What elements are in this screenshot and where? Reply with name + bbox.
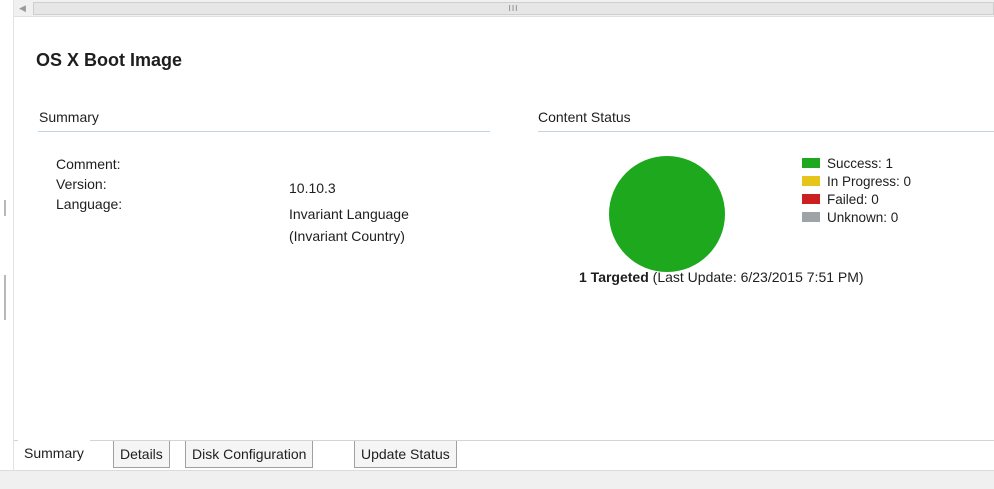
language-label: Language:	[56, 196, 123, 212]
summary-section-rule	[38, 131, 490, 132]
legend-label-in-progress: In Progress: 0	[827, 173, 912, 189]
status-bar	[0, 470, 994, 489]
pie-chart-svg	[609, 156, 725, 272]
language-value: Invariant Language	[289, 206, 409, 222]
content-status-legend: Success: 1 In Progress: 0 Failed: 0 Unkn…	[802, 154, 911, 226]
left-splitter[interactable]	[0, 0, 14, 489]
targeted-count: 1 Targeted	[579, 269, 649, 285]
tab-disk-configuration[interactable]: Disk Configuration	[185, 441, 314, 468]
scrollbar-grip: III	[508, 4, 519, 13]
splitter-grip-handle[interactable]	[4, 275, 6, 320]
tab-update-status[interactable]: Update Status	[354, 441, 457, 468]
targeted-status-line: 1 Targeted (Last Update: 6/23/2015 7:51 …	[579, 269, 864, 285]
legend-swatch-unknown	[802, 212, 820, 222]
summary-section-title: Summary	[39, 109, 99, 125]
content-status-section-rule	[538, 131, 994, 132]
content-status-section-title: Content Status	[538, 109, 631, 125]
tab-summary[interactable]: Summary	[18, 440, 90, 468]
legend-swatch-success	[802, 158, 820, 168]
content-status-pie-chart	[607, 154, 727, 274]
version-label: Version:	[56, 176, 107, 192]
pie-slice-success	[609, 156, 725, 272]
language-value-line2: (Invariant Country)	[289, 228, 405, 244]
legend-swatch-failed	[802, 194, 820, 204]
horizontal-scrollbar[interactable]: ◀ III	[14, 0, 994, 17]
comment-label: Comment:	[56, 156, 121, 172]
splitter-grip-top	[4, 200, 6, 216]
scrollbar-thumb[interactable]: III	[33, 2, 994, 15]
legend-item-unknown: Unknown: 0	[802, 208, 911, 226]
legend-item-failed: Failed: 0	[802, 190, 911, 208]
page-title: OS X Boot Image	[36, 50, 183, 70]
legend-label-success: Success: 1	[827, 155, 894, 171]
bottom-tab-strip: Summary Details Disk Configuration Updat…	[14, 440, 994, 470]
legend-swatch-in-progress	[802, 176, 820, 186]
version-value: 10.10.3	[289, 180, 336, 196]
scroll-left-arrow-icon[interactable]: ◀	[14, 0, 31, 17]
last-update-text: (Last Update: 6/23/2015 7:51 PM)	[648, 269, 864, 285]
tab-details[interactable]: Details	[113, 441, 170, 468]
legend-item-in-progress: In Progress: 0	[802, 172, 911, 190]
details-pane: OS X Boot Image Summary Comment: Version…	[14, 17, 994, 440]
legend-label-failed: Failed: 0	[827, 191, 879, 207]
legend-label-unknown: Unknown: 0	[827, 209, 899, 225]
legend-item-success: Success: 1	[802, 154, 911, 172]
